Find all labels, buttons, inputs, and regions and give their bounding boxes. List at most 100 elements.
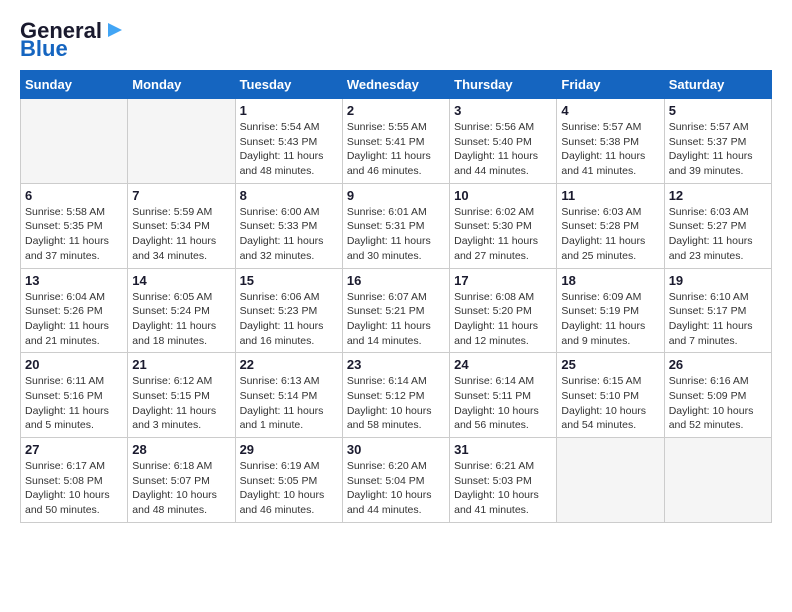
calendar-cell: 28 Sunrise: 6:18 AM Sunset: 5:07 PM Dayli… [128, 438, 235, 523]
day-info: Sunrise: 6:21 AM Sunset: 5:03 PM Dayligh… [454, 459, 552, 518]
day-info: Sunrise: 5:57 AM Sunset: 5:38 PM Dayligh… [561, 120, 659, 179]
day-number: 21 [132, 357, 230, 372]
calendar-week-row: 1 Sunrise: 5:54 AM Sunset: 5:43 PM Daylig… [21, 99, 772, 184]
calendar-cell: 23 Sunrise: 6:14 AM Sunset: 5:12 PM Dayli… [342, 353, 449, 438]
calendar-cell: 21 Sunrise: 6:12 AM Sunset: 5:15 PM Dayli… [128, 353, 235, 438]
calendar-header-row: SundayMondayTuesdayWednesdayThursdayFrid… [21, 71, 772, 99]
day-number: 3 [454, 103, 552, 118]
calendar-cell: 6Sunrise: 5:58 AM Sunset: 5:35 PM Daylig… [21, 183, 128, 268]
day-info: Sunrise: 5:56 AM Sunset: 5:40 PM Dayligh… [454, 120, 552, 179]
calendar-cell: 22 Sunrise: 6:13 AM Sunset: 5:14 PM Dayli… [235, 353, 342, 438]
day-number: 27 [25, 442, 123, 457]
calendar-cell: 25 Sunrise: 6:15 AM Sunset: 5:10 PM Dayli… [557, 353, 664, 438]
calendar-cell: 9Sunrise: 6:01 AM Sunset: 5:31 PM Daylig… [342, 183, 449, 268]
day-number: 4 [561, 103, 659, 118]
calendar-cell: 5 Sunrise: 5:57 AM Sunset: 5:37 PM Daylig… [664, 99, 771, 184]
day-info: Sunrise: 6:00 AM Sunset: 5:33 PM Dayligh… [240, 205, 338, 264]
day-info: Sunrise: 6:17 AM Sunset: 5:08 PM Dayligh… [25, 459, 123, 518]
day-info: Sunrise: 6:12 AM Sunset: 5:15 PM Dayligh… [132, 374, 230, 433]
day-number: 2 [347, 103, 445, 118]
calendar-header-friday: Friday [557, 71, 664, 99]
calendar-cell: 7Sunrise: 5:59 AM Sunset: 5:34 PM Daylig… [128, 183, 235, 268]
calendar-cell: 8 Sunrise: 6:00 AM Sunset: 5:33 PM Daylig… [235, 183, 342, 268]
day-info: Sunrise: 5:57 AM Sunset: 5:37 PM Dayligh… [669, 120, 767, 179]
day-info: Sunrise: 6:02 AM Sunset: 5:30 PM Dayligh… [454, 205, 552, 264]
calendar-table: SundayMondayTuesdayWednesdayThursdayFrid… [20, 70, 772, 523]
logo-blue-text: Blue [20, 38, 68, 60]
day-number: 15 [240, 273, 338, 288]
calendar-cell: 19 Sunrise: 6:10 AM Sunset: 5:17 PM Dayli… [664, 268, 771, 353]
day-number: 11 [561, 188, 659, 203]
calendar-cell: 10 Sunrise: 6:02 AM Sunset: 5:30 PM Dayli… [450, 183, 557, 268]
day-info: Sunrise: 6:14 AM Sunset: 5:12 PM Dayligh… [347, 374, 445, 433]
day-number: 23 [347, 357, 445, 372]
calendar-cell: 1 Sunrise: 5:54 AM Sunset: 5:43 PM Daylig… [235, 99, 342, 184]
day-info: Sunrise: 6:19 AM Sunset: 5:05 PM Dayligh… [240, 459, 338, 518]
day-info: Sunrise: 6:07 AM Sunset: 5:21 PM Dayligh… [347, 290, 445, 349]
calendar-week-row: 20Sunrise: 6:11 AM Sunset: 5:16 PM Dayli… [21, 353, 772, 438]
calendar-cell [557, 438, 664, 523]
day-number: 10 [454, 188, 552, 203]
calendar-cell: 15 Sunrise: 6:06 AM Sunset: 5:23 PM Dayli… [235, 268, 342, 353]
day-info: Sunrise: 6:18 AM Sunset: 5:07 PM Dayligh… [132, 459, 230, 518]
logo-icon [104, 19, 126, 41]
calendar-cell: 20Sunrise: 6:11 AM Sunset: 5:16 PM Dayli… [21, 353, 128, 438]
day-info: Sunrise: 6:13 AM Sunset: 5:14 PM Dayligh… [240, 374, 338, 433]
calendar-cell: 30 Sunrise: 6:20 AM Sunset: 5:04 PM Dayli… [342, 438, 449, 523]
calendar-cell: 18 Sunrise: 6:09 AM Sunset: 5:19 PM Dayli… [557, 268, 664, 353]
calendar-cell: 17Sunrise: 6:08 AM Sunset: 5:20 PM Dayli… [450, 268, 557, 353]
day-number: 19 [669, 273, 767, 288]
calendar-cell: 3 Sunrise: 5:56 AM Sunset: 5:40 PM Daylig… [450, 99, 557, 184]
day-number: 16 [347, 273, 445, 288]
calendar-week-row: 27 Sunrise: 6:17 AM Sunset: 5:08 PM Dayli… [21, 438, 772, 523]
day-number: 13 [25, 273, 123, 288]
day-number: 25 [561, 357, 659, 372]
day-number: 1 [240, 103, 338, 118]
calendar-header-wednesday: Wednesday [342, 71, 449, 99]
calendar-header-monday: Monday [128, 71, 235, 99]
day-info: Sunrise: 6:20 AM Sunset: 5:04 PM Dayligh… [347, 459, 445, 518]
calendar-header-tuesday: Tuesday [235, 71, 342, 99]
day-number: 5 [669, 103, 767, 118]
day-info: Sunrise: 6:09 AM Sunset: 5:19 PM Dayligh… [561, 290, 659, 349]
day-number: 22 [240, 357, 338, 372]
day-number: 20 [25, 357, 123, 372]
day-info: Sunrise: 6:03 AM Sunset: 5:27 PM Dayligh… [669, 205, 767, 264]
calendar-header-saturday: Saturday [664, 71, 771, 99]
calendar-week-row: 13Sunrise: 6:04 AM Sunset: 5:26 PM Dayli… [21, 268, 772, 353]
day-info: Sunrise: 6:15 AM Sunset: 5:10 PM Dayligh… [561, 374, 659, 433]
page-header: General Blue [20, 20, 772, 60]
day-info: Sunrise: 6:10 AM Sunset: 5:17 PM Dayligh… [669, 290, 767, 349]
day-number: 29 [240, 442, 338, 457]
calendar-cell: 29 Sunrise: 6:19 AM Sunset: 5:05 PM Dayli… [235, 438, 342, 523]
day-info: Sunrise: 6:06 AM Sunset: 5:23 PM Dayligh… [240, 290, 338, 349]
day-number: 6 [25, 188, 123, 203]
calendar-cell [21, 99, 128, 184]
day-info: Sunrise: 6:08 AM Sunset: 5:20 PM Dayligh… [454, 290, 552, 349]
day-info: Sunrise: 5:54 AM Sunset: 5:43 PM Dayligh… [240, 120, 338, 179]
day-number: 26 [669, 357, 767, 372]
calendar-header-sunday: Sunday [21, 71, 128, 99]
day-number: 7 [132, 188, 230, 203]
day-number: 28 [132, 442, 230, 457]
logo: General Blue [20, 20, 126, 60]
day-number: 9 [347, 188, 445, 203]
day-number: 8 [240, 188, 338, 203]
day-number: 12 [669, 188, 767, 203]
day-info: Sunrise: 6:16 AM Sunset: 5:09 PM Dayligh… [669, 374, 767, 433]
calendar-cell: 2 Sunrise: 5:55 AM Sunset: 5:41 PM Daylig… [342, 99, 449, 184]
calendar-cell: 11Sunrise: 6:03 AM Sunset: 5:28 PM Dayli… [557, 183, 664, 268]
calendar-cell: 13Sunrise: 6:04 AM Sunset: 5:26 PM Dayli… [21, 268, 128, 353]
calendar-cell: 27 Sunrise: 6:17 AM Sunset: 5:08 PM Dayli… [21, 438, 128, 523]
day-number: 18 [561, 273, 659, 288]
calendar-cell [128, 99, 235, 184]
calendar-cell: 31 Sunrise: 6:21 AM Sunset: 5:03 PM Dayli… [450, 438, 557, 523]
calendar-cell [664, 438, 771, 523]
calendar-header-thursday: Thursday [450, 71, 557, 99]
day-info: Sunrise: 5:55 AM Sunset: 5:41 PM Dayligh… [347, 120, 445, 179]
day-number: 30 [347, 442, 445, 457]
calendar-cell: 4 Sunrise: 5:57 AM Sunset: 5:38 PM Daylig… [557, 99, 664, 184]
day-info: Sunrise: 6:05 AM Sunset: 5:24 PM Dayligh… [132, 290, 230, 349]
day-number: 31 [454, 442, 552, 457]
calendar-week-row: 6Sunrise: 5:58 AM Sunset: 5:35 PM Daylig… [21, 183, 772, 268]
